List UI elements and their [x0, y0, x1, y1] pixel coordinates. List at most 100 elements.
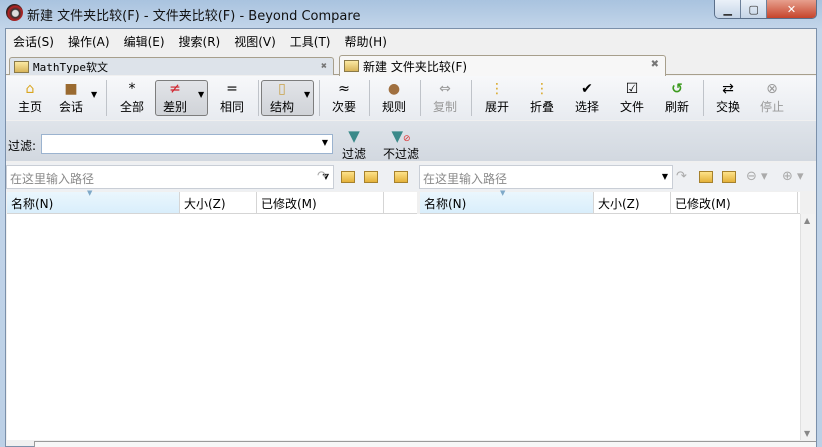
structure-button[interactable]: ▯ 结构 [260, 78, 304, 118]
menu-search[interactable]: 搜索(R) [179, 33, 221, 50]
briefcase-icon: ■ [64, 81, 78, 97]
parent-folder-icon[interactable] [722, 171, 736, 183]
separator [106, 80, 107, 116]
chevron-down-icon[interactable]: ▼ [662, 172, 668, 181]
filter-input[interactable]: ▼ [41, 134, 333, 154]
column-size[interactable]: 大小(Z) [594, 192, 671, 213]
session-button[interactable]: ■ 会话 [49, 78, 93, 118]
menu-tools[interactable]: 工具(T) [290, 33, 331, 50]
minor-button[interactable]: ≈ 次要 [322, 78, 366, 118]
tab-close-icon[interactable]: ✖ [651, 59, 659, 70]
structure-dropdown-icon[interactable]: ▼ [304, 90, 310, 99]
menu-help[interactable]: 帮助(H) [345, 33, 387, 50]
right-path-placeholder: 在这里输入路径 [423, 172, 508, 186]
expand-label: 展开 [484, 100, 509, 114]
filter-bar: 过滤: ▼ ▼ 过滤 ▼⊘ 不过滤 [6, 121, 816, 161]
forward-icon[interactable]: ⊕ ▾ [782, 169, 804, 184]
column-label: 大小(Z) [598, 197, 640, 211]
left-column-header: ▼ 名称(N) 大小(Z) 已修改(M) [7, 189, 417, 214]
column-modified[interactable]: 已修改(M) [671, 192, 798, 213]
separator [319, 80, 320, 116]
expand-tree-icon: ⋮ [490, 81, 504, 97]
column-size[interactable]: 大小(Z) [180, 192, 257, 213]
menu-view[interactable]: 视图(V) [234, 33, 276, 50]
refresh-label: 刷新 [664, 100, 689, 114]
vertical-scrollbar[interactable]: ▲ ▼ [800, 214, 815, 440]
menu-session[interactable]: 会话(S) [13, 33, 54, 50]
right-path-input[interactable]: 在这里输入路径 ▼ [419, 165, 673, 189]
back-icon[interactable]: ⊖ ▾ [746, 169, 768, 184]
swap-side-icon[interactable]: ↷ [317, 169, 328, 184]
window-title: 新建 文件夹比较(F) - 文件夹比较(F) - Beyond Compare [27, 9, 361, 24]
window-controls: ▁ ▢ ✕ [714, 0, 817, 19]
tab-mathtype[interactable]: MathType软文 ✖ [9, 57, 334, 75]
session-label: 会话 [58, 100, 83, 114]
column-label: 名称(N) [424, 197, 467, 211]
close-button[interactable]: ✕ [766, 0, 816, 18]
separator [258, 80, 259, 116]
show-all-button[interactable]: * 全部 [110, 78, 154, 118]
swap-side-icon[interactable]: ↷ [676, 169, 687, 184]
all-label: 全部 [119, 100, 144, 114]
show-same-button[interactable]: = 相同 [210, 78, 254, 118]
filter-button[interactable]: ▼ 过滤 [342, 127, 366, 162]
home-button[interactable]: ⌂ 主页 [8, 78, 52, 118]
session-dropdown-icon[interactable]: ▼ [91, 90, 97, 99]
tab-label: MathType软文 [33, 60, 108, 74]
swap-label: 交换 [715, 100, 740, 114]
minor-label: 次要 [331, 100, 356, 114]
rules-button[interactable]: ● 规则 [372, 78, 416, 118]
refresh-icon: ↺ [671, 81, 683, 97]
tab-new-folder-compare[interactable]: 新建 文件夹比较(F) ✖ [339, 55, 666, 76]
show-diffs-button[interactable]: ≠ 差别 [153, 78, 197, 118]
stop-button[interactable]: ⊗ 停止 [750, 78, 794, 118]
diffs-dropdown-icon[interactable]: ▼ [198, 90, 204, 99]
structure-label: 结构 [269, 100, 294, 114]
tab-bar: MathType软文 ✖ 新建 文件夹比较(F) ✖ [6, 55, 816, 76]
browse-folder-icon[interactable] [341, 171, 355, 183]
approx-icon: ≈ [338, 81, 350, 97]
expand-button[interactable]: ⋮ 展开 [475, 78, 519, 118]
path-bar: 在这里输入路径 ▼ ↷ 在这里输入路径 ▼ ↷ ⊖ ▾ ⊕ ▾ [6, 163, 816, 191]
diffs-label: 差别 [162, 100, 187, 114]
file-list[interactable] [7, 214, 800, 440]
menu-bar: 会话(S) 操作(A) 编辑(E) 搜索(R) 视图(V) 工具(T) 帮助(H… [6, 29, 816, 53]
collapse-button[interactable]: ⋮ 折叠 [520, 78, 564, 118]
chevron-down-icon[interactable]: ▼ [322, 138, 328, 147]
asterisk-icon: * [128, 81, 136, 97]
column-name[interactable]: ▼ 名称(N) [7, 189, 180, 213]
separator [420, 80, 421, 116]
right-column-header: ▼ 名称(N) 大小(Z) 已修改(M) [420, 189, 800, 214]
collapse-tree-icon: ⋮ [535, 81, 549, 97]
column-modified[interactable]: 已修改(M) [257, 192, 384, 213]
parent-both-folder-icon[interactable] [394, 171, 408, 183]
browse-folder-icon[interactable] [699, 171, 713, 183]
left-path-input[interactable]: 在这里输入路径 ▼ [6, 165, 334, 189]
select-button[interactable]: ✔ 选择 [565, 78, 609, 118]
maximize-button[interactable]: ▢ [741, 0, 767, 18]
separator [471, 80, 472, 116]
menu-edit[interactable]: 编辑(E) [124, 33, 165, 50]
scroll-up-icon[interactable]: ▲ [804, 216, 810, 225]
filter-button-label: 过滤 [342, 147, 367, 161]
toolbar: ⌂ 主页 ■ 会话 ▼ * 全部 ≠ 差别 ▼ = 相同 ▯ 结构 ▼ ≈ 次要 ● 规则 ⇔ 复… [6, 76, 816, 120]
home-icon: ⌂ [25, 81, 35, 97]
status-bar [34, 441, 816, 447]
structure-icon: ▯ [278, 81, 286, 97]
tab-close-icon[interactable]: ✖ [321, 61, 327, 72]
scroll-down-icon[interactable]: ▼ [804, 429, 810, 438]
select-label: 选择 [574, 100, 599, 114]
refresh-button[interactable]: ↺ 刷新 [655, 78, 699, 118]
minimize-button[interactable]: ▁ [715, 0, 742, 18]
column-name[interactable]: ▼ 名称(N) [420, 189, 594, 213]
swap-button[interactable]: ⇄ 交换 [706, 78, 750, 118]
menu-actions[interactable]: 操作(A) [68, 33, 110, 50]
copy-button[interactable]: ⇔ 复制 [423, 78, 467, 118]
no-filter-button-label: 不过滤 [383, 147, 420, 161]
files-button[interactable]: ☑ 文件 [610, 78, 654, 118]
same-label: 相同 [219, 100, 244, 114]
stop-label: 停止 [759, 100, 784, 114]
no-filter-button[interactable]: ▼⊘ 不过滤 [383, 127, 419, 162]
equal-icon: = [226, 81, 238, 97]
parent-folder-icon[interactable] [364, 171, 378, 183]
